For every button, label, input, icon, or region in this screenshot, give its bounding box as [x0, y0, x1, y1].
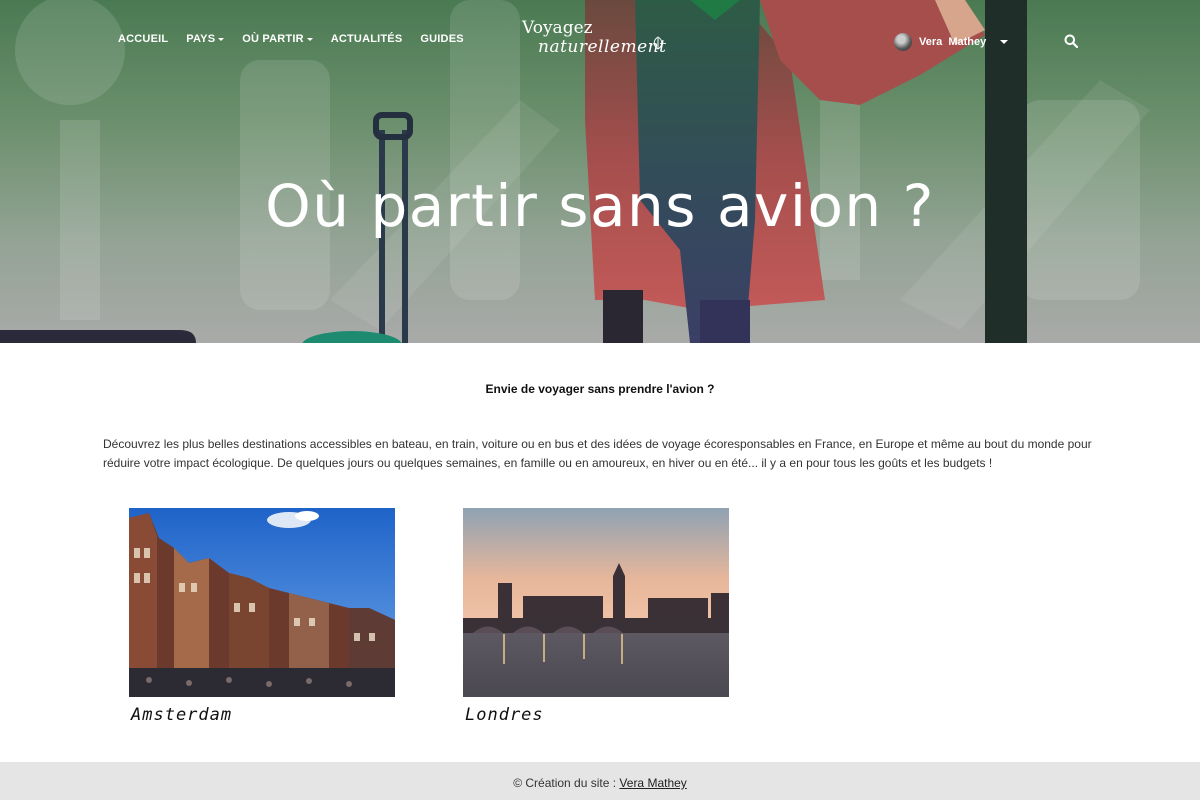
nav-item-guides[interactable]: GUIDES — [420, 33, 463, 45]
nav-label: GUIDES — [420, 33, 464, 45]
search-icon — [1064, 34, 1079, 49]
destination-card-amsterdam[interactable]: Amsterdam — [129, 508, 395, 725]
nav-label: OÙ PARTIR — [242, 33, 304, 45]
londres-image — [463, 508, 729, 697]
nav-item-actualites[interactable]: ACTUALITÉS — [331, 33, 403, 45]
nav-label: PAYS — [186, 33, 216, 45]
card-label: Amsterdam — [131, 705, 233, 725]
chevron-down-icon — [306, 37, 313, 41]
destination-card-londres[interactable]: Londres — [463, 508, 729, 725]
nav-label: ACCUEIL — [118, 33, 169, 45]
footer-author-link[interactable]: Vera Mathey — [619, 776, 686, 790]
intro-heading: Envie de voyager sans prendre l'avion ? — [485, 382, 715, 396]
main-nav: ACCUEIL PAYS OÙ PARTIR ACTUALITÉS GUIDES — [118, 33, 482, 45]
user-name: Vera Mathey — [919, 36, 987, 48]
nav-item-pays[interactable]: PAYS — [186, 33, 225, 45]
footer-credit: © Création du site : — [513, 776, 620, 790]
search-button[interactable] — [1064, 34, 1079, 53]
leaf-icon — [653, 36, 663, 50]
card-label: Londres — [465, 705, 544, 725]
logo-line2: naturellement — [538, 37, 667, 57]
amsterdam-image — [129, 508, 395, 697]
site-footer: © Création du site : Vera Mathey — [0, 762, 1200, 800]
hero-banner: ACCUEIL PAYS OÙ PARTIR ACTUALITÉS GUIDES… — [0, 0, 1200, 343]
avatar — [894, 33, 912, 51]
user-menu[interactable]: Vera Mathey — [894, 33, 1009, 51]
nav-item-accueil[interactable]: ACCUEIL — [118, 33, 168, 45]
nav-item-ou-partir[interactable]: OÙ PARTIR — [242, 33, 313, 45]
site-logo[interactable]: Voyagez naturellement — [520, 18, 667, 62]
chevron-down-icon — [218, 37, 225, 41]
nav-label: ACTUALITÉS — [330, 33, 403, 45]
intro-paragraph: Découvrez les plus belles destinations a… — [103, 437, 1092, 470]
chevron-down-icon — [1000, 40, 1009, 44]
page-title: Où partir sans avion ? — [265, 172, 935, 240]
logo-line1: Voyagez — [522, 18, 593, 38]
